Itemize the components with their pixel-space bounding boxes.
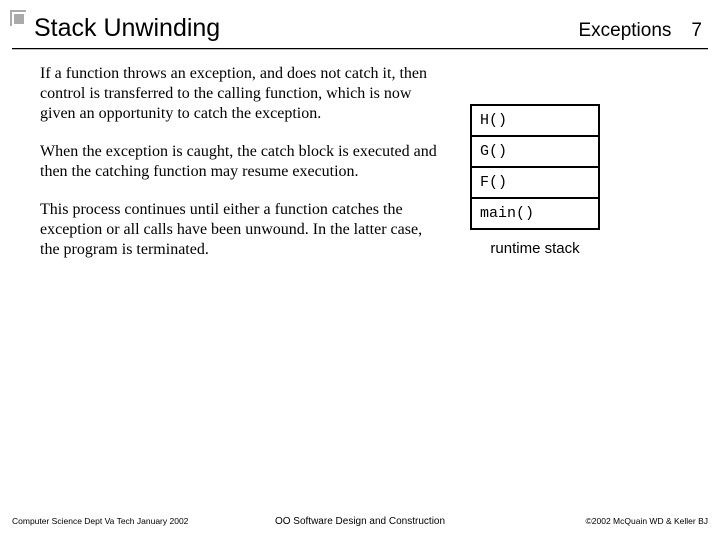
header-rule: [12, 48, 708, 49]
corner-decoration: [10, 10, 26, 26]
header-right: Exceptions 7: [578, 20, 702, 42]
stack-frame: F(): [472, 168, 598, 199]
page-title: Stack Unwinding: [34, 14, 220, 43]
stack-frame: G(): [472, 137, 598, 168]
runtime-stack: H() G() F() main(): [470, 104, 600, 230]
text-column: If a function throws an exception, and d…: [40, 64, 440, 496]
page-number: 7: [691, 20, 702, 42]
topic-label: Exceptions: [578, 20, 671, 42]
paragraph-3: This process continues until either a fu…: [40, 200, 440, 260]
stack-caption: runtime stack: [470, 240, 600, 257]
paragraph-2: When the exception is caught, the catch …: [40, 142, 440, 182]
stack-frame: main(): [472, 199, 598, 228]
footer-center: OO Software Design and Construction: [12, 516, 708, 527]
header: Stack Unwinding Exceptions 7: [34, 14, 702, 43]
footer: Computer Science Dept Va Tech January 20…: [12, 516, 708, 526]
stack-frame: H(): [472, 106, 598, 137]
paragraph-1: If a function throws an exception, and d…: [40, 64, 440, 124]
slide: Stack Unwinding Exceptions 7 If a functi…: [0, 0, 720, 540]
stack-column: H() G() F() main() runtime stack: [470, 64, 640, 496]
body: If a function throws an exception, and d…: [40, 64, 690, 496]
